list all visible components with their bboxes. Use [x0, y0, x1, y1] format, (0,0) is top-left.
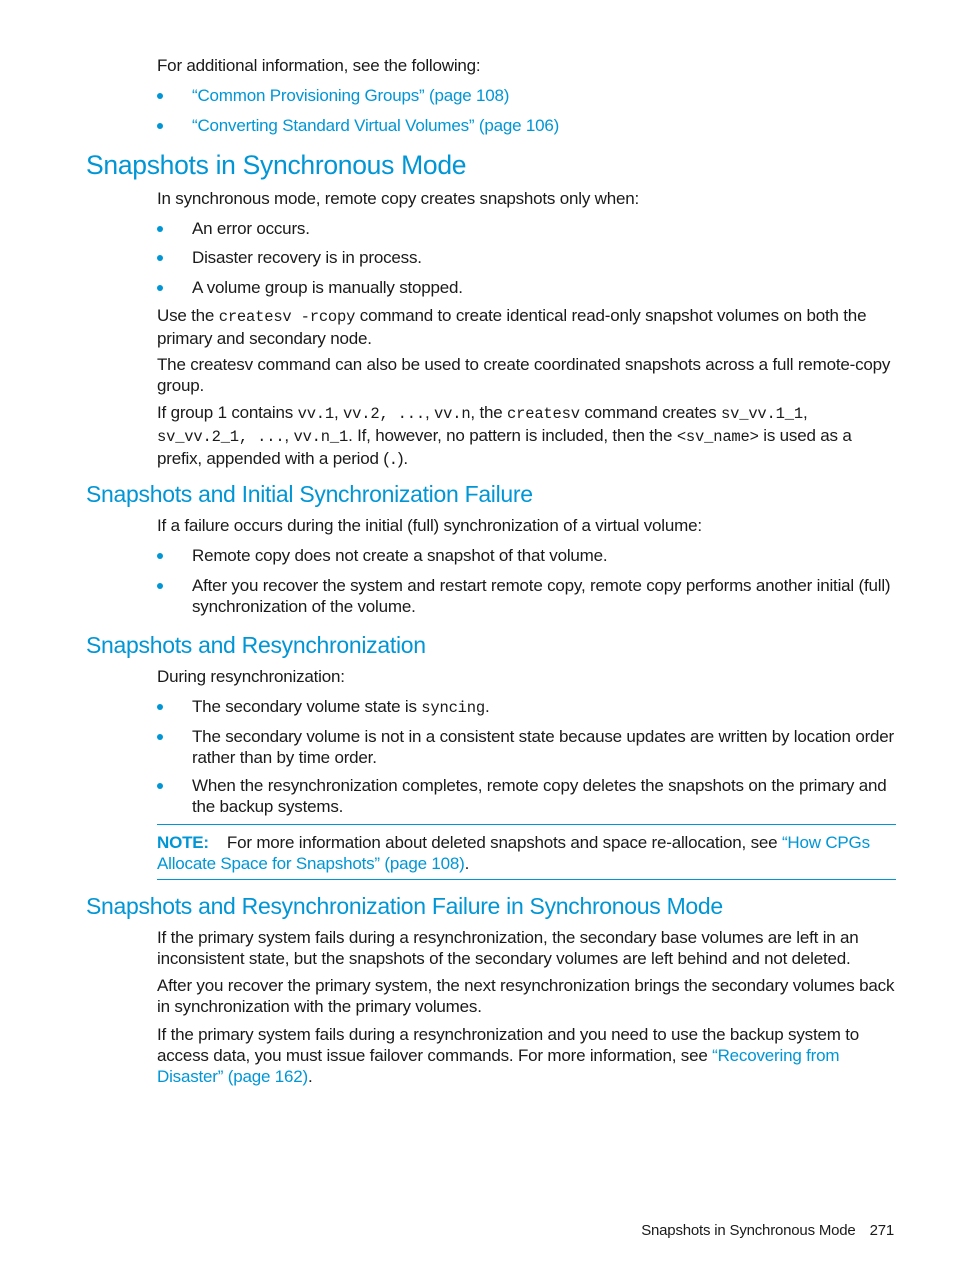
- list-item: An error occurs.: [157, 218, 897, 239]
- note-top-rule: [157, 824, 896, 825]
- bullet-icon: [157, 704, 163, 710]
- link-converting-standard-virtual-volumes[interactable]: “Converting Standard Virtual Volumes” (p…: [192, 115, 897, 136]
- page-number: 271: [869, 1222, 895, 1239]
- section-heading: Snapshots and Resynchronization Failure …: [86, 893, 723, 919]
- list-item: Remote copy does not create a snapshot o…: [157, 545, 897, 566]
- bullet-icon: [157, 255, 163, 261]
- paragraph: The createsv command can also be used to…: [157, 355, 891, 395]
- list-item: A volume group is manually stopped.: [157, 277, 897, 298]
- paragraph: If a failure occurs during the initial (…: [157, 516, 702, 535]
- intro-text: For additional information, see the foll…: [157, 56, 481, 75]
- note-label: NOTE:: [157, 833, 209, 852]
- paragraph: If the primary system fails during a res…: [157, 1025, 859, 1086]
- bullet-icon: [157, 285, 163, 291]
- link-common-provisioning-groups[interactable]: “Common Provisioning Groups” (page 108): [192, 85, 897, 106]
- paragraph: Use the createsv -rcopy command to creat…: [157, 306, 867, 348]
- list-item: When the resynchronization completes, re…: [157, 775, 897, 817]
- bullet-icon: [157, 93, 163, 99]
- bullet-icon: [157, 734, 163, 740]
- paragraph: After you recover the primary system, th…: [157, 976, 895, 1016]
- code: syncing: [421, 699, 485, 717]
- footer-title: Snapshots in Synchronous Mode: [641, 1222, 856, 1239]
- list-item: After you recover the system and restart…: [157, 575, 897, 617]
- section-heading: Snapshots and Resynchronization: [86, 632, 426, 658]
- paragraph: If the primary system fails during a res…: [157, 928, 859, 968]
- page-footer: Snapshots in Synchronous Mode 271: [641, 1222, 894, 1239]
- bullet-icon: [157, 123, 163, 129]
- bullet-icon: [157, 226, 163, 232]
- list-item: “Converting Standard Virtual Volumes” (p…: [157, 115, 897, 136]
- list-item: “Common Provisioning Groups” (page 108): [157, 85, 897, 106]
- paragraph: If group 1 contains vv.1, vv.2, ..., vv.…: [157, 403, 852, 469]
- bullet-icon: [157, 783, 163, 789]
- code: createsv -rcopy: [218, 308, 356, 326]
- bullet-icon: [157, 553, 163, 559]
- note: NOTE: For more information about deleted …: [157, 833, 870, 873]
- section-heading: Snapshots in Synchronous Mode: [86, 150, 467, 180]
- paragraph: During resynchronization:: [157, 667, 345, 686]
- section-heading: Snapshots and Initial Synchronization Fa…: [86, 481, 533, 507]
- list-item: The secondary volume state is syncing.: [157, 696, 897, 719]
- paragraph: In synchronous mode, remote copy creates…: [157, 189, 640, 208]
- note-bottom-rule: [157, 879, 896, 880]
- list-item: The secondary volume is not in a consist…: [157, 726, 897, 768]
- list-item: Disaster recovery is in process.: [157, 247, 897, 268]
- bullet-icon: [157, 583, 163, 589]
